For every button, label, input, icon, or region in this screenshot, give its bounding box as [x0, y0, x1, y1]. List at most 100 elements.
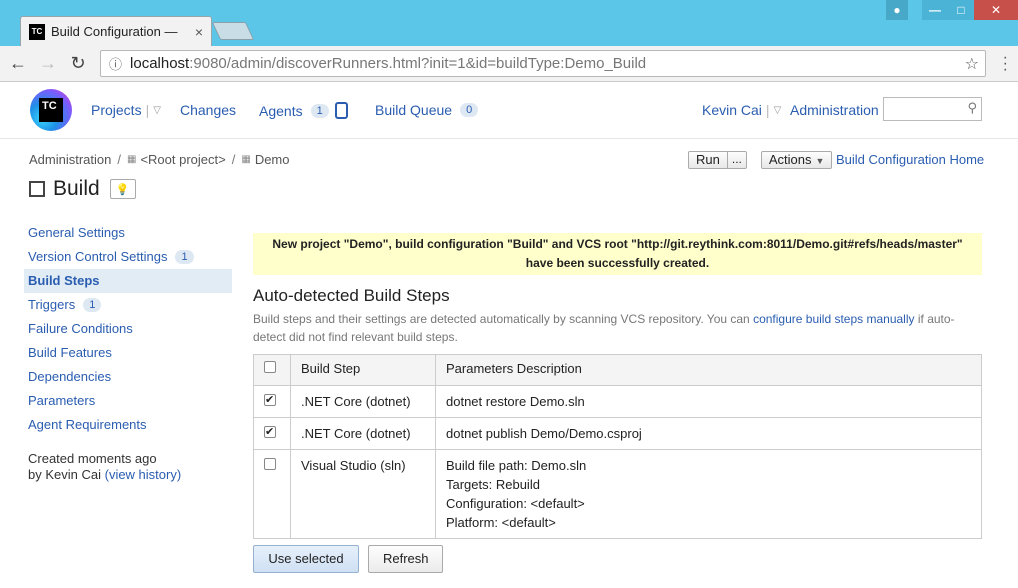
actions-button[interactable]: Actions ▼ — [760, 151, 833, 169]
new-tab-button[interactable] — [211, 22, 255, 40]
step-name: .NET Core (dotnet) — [290, 385, 436, 418]
chevron-down-icon[interactable]: ▽ — [153, 105, 161, 116]
section-title: Auto-detected Build Steps — [253, 286, 450, 305]
agent-status-icon[interactable] — [334, 102, 348, 119]
forward-arrow-icon[interactable]: → — [36, 52, 60, 76]
sidebar-item-parameters[interactable]: Parameters — [24, 389, 232, 413]
info-icon[interactable]: ⓘ — [109, 54, 122, 73]
step-checkbox[interactable] — [264, 391, 276, 410]
created-text: Created moments ago — [28, 451, 157, 466]
close-icon[interactable]: × — [195, 24, 203, 40]
sidebar-item-failure-conditions[interactable]: Failure Conditions — [24, 317, 232, 341]
minimize-icon[interactable]: — — [922, 0, 948, 20]
notice-line-2: have been successfully created. — [525, 256, 710, 270]
nav-agents[interactable]: Agents 1 — [259, 102, 348, 119]
select-all-cell — [253, 354, 291, 386]
footer-buttons: Use selected Refresh — [253, 545, 452, 573]
refresh-button[interactable]: Refresh — [368, 545, 443, 573]
project-grid-icon: ▦ — [241, 154, 251, 165]
table-row: .NET Core (dotnet) dotnet publish Demo/D… — [253, 417, 982, 450]
created-info: Created moments ago by Kevin Cai (view h… — [24, 451, 232, 483]
search-icon[interactable]: ⚲ — [967, 100, 977, 116]
success-notice: New project "Demo", build configuration … — [253, 233, 982, 275]
teamcity-favicon-icon: TC — [29, 23, 45, 40]
created-by: by Kevin Cai — [28, 467, 101, 482]
build-configuration-home-link[interactable]: Build Configuration Home — [836, 152, 984, 167]
build-square-icon — [29, 181, 45, 197]
step-params: dotnet restore Demo.sln — [435, 385, 982, 418]
step-name: .NET Core (dotnet) — [290, 417, 436, 450]
configure-manually-link[interactable]: configure build steps manually — [753, 312, 914, 326]
sidebar-item-build-steps[interactable]: Build Steps — [24, 269, 232, 293]
teamcity-logo[interactable]: TC — [30, 89, 72, 131]
count-badge: 1 — [175, 250, 194, 264]
user-name: Kevin Cai — [702, 102, 762, 118]
chevron-down-icon[interactable]: ▽ — [774, 105, 782, 116]
nav-build-queue-label: Build Queue — [375, 102, 453, 118]
sidebar-item-version-control-settings[interactable]: Version Control Settings 1 — [24, 245, 232, 269]
notice-line-1: New project "Demo", build configuration … — [272, 237, 963, 251]
step-params: Build file path: Demo.sln Targets: Rebui… — [435, 449, 982, 539]
window-controls: ● — □ ✕ — [886, 0, 1018, 20]
back-arrow-icon[interactable]: ← — [6, 52, 30, 76]
browser-toolbar: ← → ↻ ⓘ localhost:9080/admin/discoverRun… — [0, 46, 1018, 82]
browser-tab[interactable]: TC Build Configuration — × — [20, 16, 212, 46]
breadcrumb-demo[interactable]: Demo — [255, 152, 290, 167]
step-params: dotnet publish Demo/Demo.csproj — [435, 417, 982, 450]
nav-projects-label: Projects — [91, 102, 142, 118]
nav-administration[interactable]: Administration — [790, 102, 879, 118]
nav-agents-label: Agents — [259, 102, 303, 119]
breadcrumb: Administration / ▦ <Root project> / ▦ De… — [29, 152, 290, 167]
step-name: Visual Studio (sln) — [290, 449, 436, 539]
search-input[interactable]: ⚲ — [883, 97, 982, 121]
column-build-step: Build Step — [290, 354, 436, 386]
step-checkbox[interactable] — [264, 458, 276, 470]
address-bar[interactable]: ⓘ localhost:9080/admin/discoverRunners.h… — [100, 50, 986, 77]
browser-titlebar: TC Build Configuration — × ● — □ ✕ — [0, 0, 1018, 46]
lightbulb-icon[interactable]: 💡 — [109, 179, 136, 199]
count-badge: 1 — [83, 298, 102, 312]
chevron-down-icon: ▼ — [815, 156, 825, 166]
bookmark-star-icon[interactable]: ☆ — [965, 54, 979, 74]
run-button[interactable]: Run — [688, 151, 728, 169]
user-menu[interactable]: Kevin Cai | ▽ — [702, 102, 781, 118]
breadcrumb-administration[interactable]: Administration — [29, 152, 111, 167]
page-title: Build 💡 — [29, 177, 136, 201]
step-checkbox[interactable] — [264, 423, 276, 442]
table-row: .NET Core (dotnet) dotnet restore Demo.s… — [253, 385, 982, 418]
maximize-icon[interactable]: □ — [948, 0, 974, 20]
window-close-icon[interactable]: ✕ — [974, 0, 1018, 20]
sidebar-item-triggers[interactable]: Triggers 1 — [24, 293, 232, 317]
actions-label: Actions — [768, 152, 812, 167]
user-profile-icon[interactable]: ● — [886, 0, 908, 20]
section-description: Build steps and their settings are detec… — [253, 312, 955, 344]
url-path: :9080/admin/discoverRunners.html?init=1&… — [189, 55, 647, 72]
nav-build-queue[interactable]: Build Queue 0 — [375, 102, 479, 118]
nav-changes[interactable]: Changes — [180, 102, 236, 118]
sidebar-item-build-features[interactable]: Build Features — [24, 341, 232, 365]
url-host: localhost — [130, 55, 190, 72]
page-title-text: Build — [53, 177, 100, 200]
sidebar-item-dependencies[interactable]: Dependencies — [24, 365, 232, 389]
breadcrumb-root-project[interactable]: <Root project> — [140, 152, 225, 167]
table-header-row: Build Step Parameters Description — [253, 354, 982, 386]
tab-title: Build Configuration — — [51, 24, 178, 39]
view-history-link[interactable]: (view history) — [105, 467, 182, 482]
browser-menu-icon[interactable]: · · · — [1003, 50, 1008, 78]
use-selected-button[interactable]: Use selected — [253, 545, 359, 573]
top-actions: Run ... Actions ▼ — [688, 151, 833, 169]
settings-sidebar: General Settings Version Control Setting… — [24, 221, 232, 483]
build-steps-table: Build Step Parameters Description .NET C… — [253, 354, 982, 539]
sidebar-item-general-settings[interactable]: General Settings — [24, 221, 232, 245]
run-options-button[interactable]: ... — [727, 151, 747, 169]
column-parameters: Parameters Description — [435, 354, 982, 386]
teamcity-header: TC Projects | ▽ Changes Agents 1 Build Qu… — [0, 83, 1018, 139]
project-grid-icon: ▦ — [127, 154, 137, 165]
reload-icon[interactable]: ↻ — [66, 52, 90, 76]
build-queue-count-badge: 0 — [460, 103, 479, 117]
agents-count-badge: 1 — [310, 103, 329, 118]
select-all-checkbox[interactable] — [264, 361, 276, 373]
teamcity-logo-text: TC — [39, 98, 63, 122]
sidebar-item-agent-requirements[interactable]: Agent Requirements — [24, 413, 232, 437]
nav-projects[interactable]: Projects | ▽ — [91, 102, 161, 118]
